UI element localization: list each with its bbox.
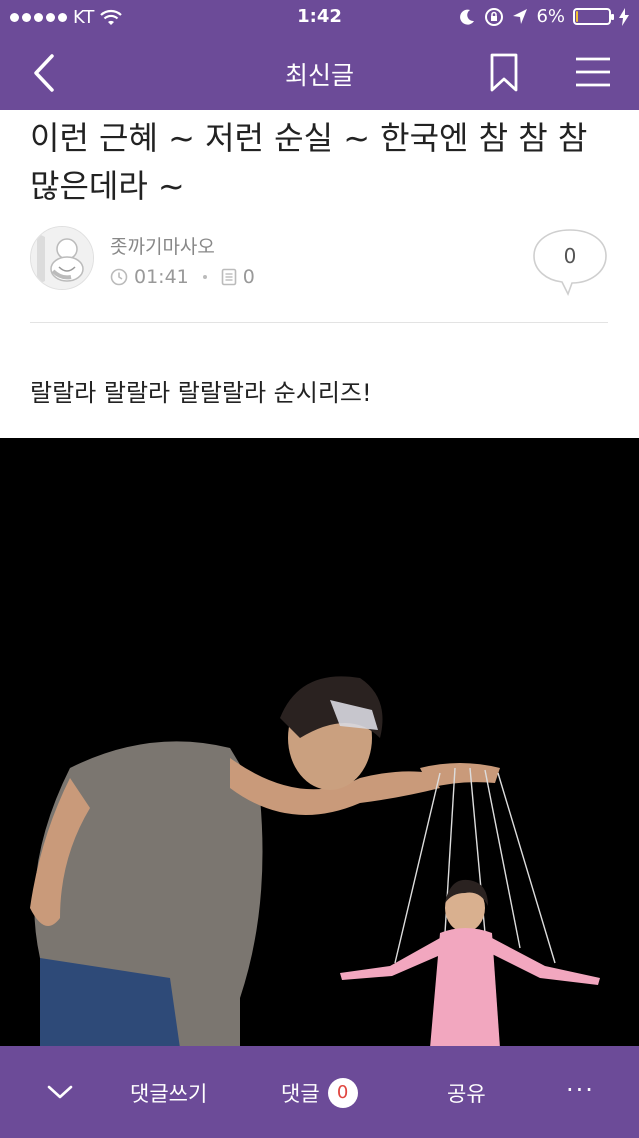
charging-icon (619, 7, 629, 26)
share-button[interactable]: 공유 (447, 1078, 486, 1108)
puppet-photo (0, 438, 639, 1048)
comment-count-bubble[interactable]: 0 (532, 228, 608, 297)
clock-icon (110, 268, 128, 286)
article-image[interactable] (0, 438, 639, 1048)
comments-count-badge: 0 (327, 1078, 358, 1108)
top-bar: KT 1:42 6% 최신글 (0, 0, 639, 110)
rotation-lock-icon (485, 7, 504, 26)
bottom-bar: 댓글쓰기 댓글 0 공유 ··· (0, 1046, 639, 1138)
battery-level (576, 11, 578, 22)
meta-separator (202, 275, 207, 279)
author-name[interactable]: 좃까기마사오 (110, 232, 215, 259)
status-bar: KT 1:42 6% (0, 0, 639, 36)
battery-percent: 6% (536, 6, 565, 27)
moon-icon (460, 9, 475, 25)
bookmark-icon[interactable] (486, 52, 522, 94)
status-right: 6% (458, 6, 629, 27)
location-icon (513, 8, 528, 24)
chevron-down-icon[interactable] (46, 1082, 74, 1102)
views-icon (221, 268, 237, 286)
comments-label: 댓글 (281, 1082, 320, 1106)
view-count: 0 (242, 266, 255, 288)
avatar-face-icon (31, 227, 93, 289)
comment-count: 0 (563, 244, 577, 268)
article-title: 이런 근혜 ~ 저런 순실 ~ 한국엔 참 참 참 많은데라 ~ (30, 119, 588, 205)
avatar[interactable] (30, 226, 94, 290)
battery-icon (573, 8, 614, 25)
nav-bar: 최신글 (0, 36, 639, 110)
article-body: 랄랄라 랄랄라 랄랄랄라 순시리즈! (30, 379, 372, 407)
more-button[interactable]: ··· (566, 1076, 595, 1104)
post-time: 01:41 (134, 266, 189, 288)
write-comment-button[interactable]: 댓글쓰기 (130, 1078, 207, 1108)
page-title: 최신글 (284, 61, 354, 90)
header-divider (30, 322, 608, 323)
comments-button[interactable]: 댓글 0 (281, 1078, 358, 1108)
menu-icon[interactable] (572, 54, 614, 90)
article-meta: 01:41 0 (110, 266, 255, 288)
